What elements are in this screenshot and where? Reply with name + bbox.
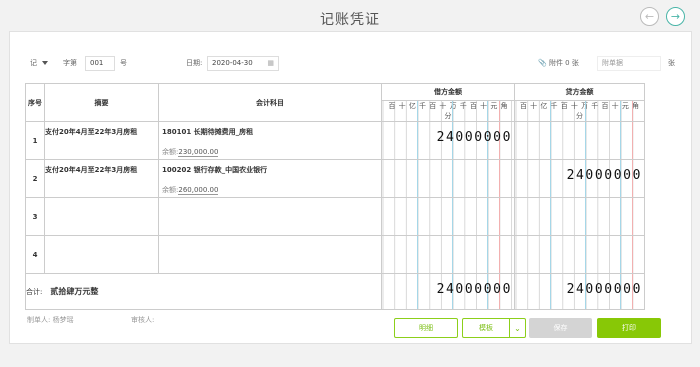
digit-unit-label: 角 (500, 102, 508, 110)
table-row: 3 (25, 197, 645, 236)
voucher-word-select[interactable]: 记 (30, 58, 48, 68)
credit-digit-units: 百十亿千百十万千百十元角分 (514, 100, 645, 122)
summary-cell[interactable]: 支付20年4月至22年3月房租 (44, 121, 159, 160)
digit-unit-label: 十 (530, 102, 538, 110)
credit-unit-labels: 百十亿千百十万千百十元角分 (518, 102, 640, 120)
print-button[interactable]: 打印 (597, 318, 661, 338)
date-label: 日期: (186, 59, 203, 67)
attachment-input[interactable]: 附单据 (597, 56, 661, 71)
digit-unit-label: 亿 (540, 102, 548, 110)
digit-unit-label: 百 (469, 102, 477, 110)
save-button[interactable]: 保存 (529, 318, 592, 338)
voucher-page: 记账凭证 ← → 记 字第 001 号 日期: 2020-04-30 ▦ 📎 附件… (0, 0, 700, 367)
total-row: 合计: 贰拾肆万元整 24000000 24000000 (25, 273, 645, 310)
voucher-table: 序号 摘要 会计科目 借方金额 贷方金额 百十亿千百十万千百十元角分 百十亿千百… (25, 83, 645, 310)
maker-info: 制单人: 杨梦瑶 (27, 316, 74, 324)
summary-cell[interactable]: 支付20年4月至22年3月房租 (44, 159, 159, 198)
digit-unit-label: 千 (591, 102, 599, 110)
debit-digit-units: 百十亿千百十万千百十元角分 (381, 100, 515, 122)
digit-unit-label: 分 (576, 112, 583, 120)
credit-cell[interactable] (514, 121, 645, 160)
digit-unit-label: 千 (419, 102, 427, 110)
digit-unit-label: 十 (439, 102, 447, 110)
arrow-left-icon[interactable]: ← (640, 7, 659, 26)
arrow-right-icon[interactable]: → (666, 7, 685, 26)
date-field[interactable]: 2020-04-30 ▦ (207, 56, 279, 71)
digit-unit-label: 亿 (408, 102, 416, 110)
chevron-down-icon[interactable]: ⌄ (509, 319, 525, 337)
digit-unit-label: 百 (560, 102, 568, 110)
account-cell[interactable] (158, 235, 382, 274)
header-debit: 借方金额 (381, 83, 515, 101)
row-seq: 4 (25, 235, 45, 274)
account-cell[interactable]: 180101 长期待摊费用_房租 余额:230,000.00 (158, 121, 382, 160)
digit-unit-label: 十 (611, 102, 619, 110)
debit-cell[interactable] (381, 235, 515, 274)
debit-unit-labels: 百十亿千百十万千百十元角分 (387, 102, 509, 120)
row-seq: 1 (25, 121, 45, 160)
summary-cell[interactable] (44, 235, 159, 274)
attachment-unit: 张 (668, 59, 675, 67)
digit-unit-label: 十 (570, 102, 578, 110)
attachment-label: 📎 附件 0 张 (538, 59, 579, 67)
total-credit: 24000000 (514, 273, 645, 310)
header-account: 会计科目 (158, 83, 382, 122)
row-seq: 3 (25, 197, 45, 236)
debit-cell[interactable]: 24000000 (381, 121, 515, 160)
chevron-down-icon (42, 61, 48, 65)
table-row: 1 支付20年4月至22年3月房租 180101 长期待摊费用_房租 余额:230… (25, 121, 645, 160)
digit-unit-label: 万 (449, 102, 457, 110)
calendar-icon: ▦ (267, 59, 274, 67)
header-seq: 序号 (25, 83, 45, 122)
digit-unit-label: 百 (519, 102, 527, 110)
table-row: 4 (25, 235, 645, 274)
header-summary: 摘要 (44, 83, 159, 122)
total-debit: 24000000 (381, 273, 515, 310)
voucher-word-value: 记 (30, 59, 37, 67)
voucher-number-field[interactable]: 001 (85, 56, 115, 71)
table-row: 2 支付20年4月至22年3月房租 100202 银行存款_中国农业银行 余额:2… (25, 159, 645, 198)
credit-cell[interactable] (514, 235, 645, 274)
digit-unit-label: 百 (388, 102, 396, 110)
page-title: 记账凭证 (320, 12, 380, 28)
credit-cell[interactable]: 24000000 (514, 159, 645, 198)
credit-cell[interactable] (514, 197, 645, 236)
account-cell[interactable]: 100202 银行存款_中国农业银行 余额:260,000.00 (158, 159, 382, 198)
digit-unit-label: 千 (459, 102, 467, 110)
summary-cell[interactable] (44, 197, 159, 236)
word-label: 字第 (63, 59, 77, 67)
header-credit: 贷方金额 (514, 83, 645, 101)
digit-unit-label: 十 (398, 102, 406, 110)
detail-button[interactable]: 明细 (394, 318, 458, 338)
debit-cell[interactable] (381, 159, 515, 198)
digit-unit-label: 元 (490, 102, 498, 110)
account-cell[interactable] (158, 197, 382, 236)
total-amount-words: 贰拾肆万元整 (50, 287, 99, 296)
debit-cell[interactable] (381, 197, 515, 236)
clip-icon: 📎 (538, 59, 547, 67)
total-label: 合计: 贰拾肆万元整 (25, 273, 382, 310)
digit-unit-label: 百 (601, 102, 609, 110)
row-seq: 2 (25, 159, 45, 198)
template-button[interactable]: 模板 ⌄ (462, 318, 526, 338)
number-suffix: 号 (120, 59, 127, 67)
digit-unit-label: 元 (621, 102, 629, 110)
reviewer-label: 审核人: (131, 316, 155, 324)
digit-unit-label: 百 (429, 102, 437, 110)
